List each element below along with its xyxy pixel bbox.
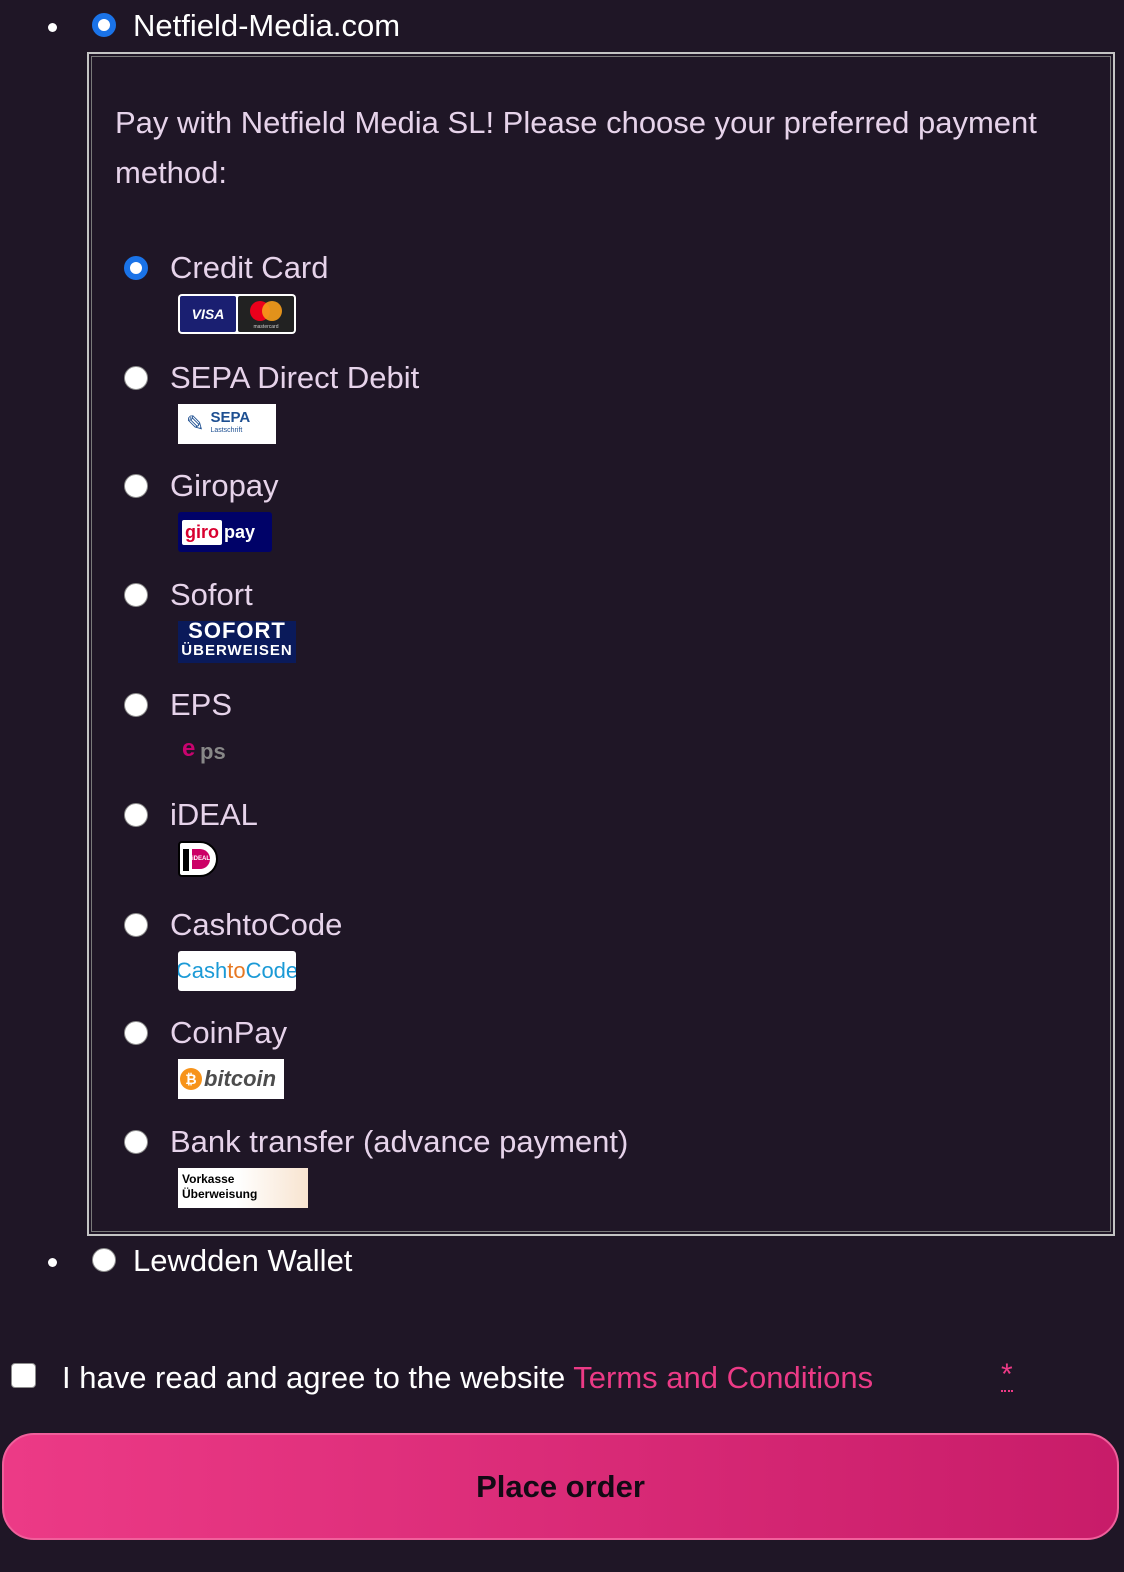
mastercard-logo-text: mastercard xyxy=(253,324,279,330)
bitcoin-logo-word: bitcoin xyxy=(204,1066,277,1091)
method-giropay-label[interactable]: Giropay xyxy=(170,468,279,504)
terms-checkbox[interactable] xyxy=(11,1363,36,1388)
method-ideal[interactable]: iDEAL iDEAL xyxy=(89,795,1089,895)
method-sofort-radio[interactable] xyxy=(124,583,148,607)
method-credit-card-label[interactable]: Credit Card xyxy=(170,250,329,286)
checkout-payment-page: Netfield-Media.com Pay with Netfield Med… xyxy=(0,0,1124,1572)
bitcoin-icon: ₿ xyxy=(180,1068,202,1090)
method-coinpay-radio[interactable] xyxy=(124,1021,148,1045)
method-sofort[interactable]: Sofort SOFORT ÜBERWEISEN xyxy=(89,575,1089,675)
gateway-netfield-radio[interactable] xyxy=(92,13,116,37)
netfield-method-box: Pay with Netfield Media SL! Please choos… xyxy=(87,52,1115,1236)
sofort-logo: SOFORT ÜBERWEISEN xyxy=(178,621,296,663)
giropay-logo-giro: giro xyxy=(182,519,222,545)
vorkasse-logo-line1: Vorkasse xyxy=(182,1172,235,1186)
method-sepa[interactable]: SEPA Direct Debit ✎ SEPA Lastschrift xyxy=(89,358,1089,458)
visa-logo: VISA xyxy=(180,296,236,332)
visa-mastercard-logo: VISA mastercard xyxy=(178,294,296,334)
mastercard-logo: mastercard xyxy=(238,296,294,332)
method-giropay[interactable]: Giropay giro pay xyxy=(89,466,1089,566)
cashtocode-logo-to: to xyxy=(227,958,246,983)
eps-logo: e ps xyxy=(178,731,238,771)
method-coinpay-label[interactable]: CoinPay xyxy=(170,1015,287,1051)
cashtocode-logo: Cash to Code xyxy=(178,951,296,991)
sofort-logo-line2: ÜBERWEISEN xyxy=(181,642,293,659)
place-order-button[interactable]: Place order xyxy=(2,1433,1119,1540)
terms-label: I have read and agree to the website Ter… xyxy=(62,1360,873,1396)
giropay-logo-pay: pay xyxy=(224,521,256,542)
sepa-pen-icon: ✎ xyxy=(186,411,205,436)
required-indicator: * xyxy=(1001,1358,1013,1392)
terms-text: I have read and agree to the website xyxy=(62,1360,574,1395)
list-bullet xyxy=(48,23,57,32)
method-bank-transfer[interactable]: Bank transfer (advance payment) Vorkasse… xyxy=(89,1122,1089,1222)
method-eps[interactable]: EPS e ps xyxy=(89,685,1089,785)
terms-and-conditions-link[interactable]: Terms and Conditions xyxy=(573,1360,873,1395)
method-giropay-radio[interactable] xyxy=(124,474,148,498)
method-credit-card[interactable]: Credit Card VISA mastercard xyxy=(89,248,1089,348)
eps-logo-ps: ps xyxy=(200,739,226,764)
gateway-lewdden-wallet-label[interactable]: Lewdden Wallet xyxy=(133,1243,352,1279)
method-cashtocode-radio[interactable] xyxy=(124,913,148,937)
ideal-logo: iDEAL xyxy=(178,841,218,877)
gateway-lewdden-wallet-radio[interactable] xyxy=(92,1248,116,1272)
sepa-logo: ✎ SEPA Lastschrift xyxy=(178,404,276,444)
method-eps-label[interactable]: EPS xyxy=(170,687,232,723)
method-sofort-label[interactable]: Sofort xyxy=(170,577,253,613)
bitcoin-logo: ₿ bitcoin xyxy=(178,1059,284,1099)
method-cashtocode-label[interactable]: CashtoCode xyxy=(170,907,342,943)
list-bullet xyxy=(48,1258,57,1267)
method-bank-transfer-label[interactable]: Bank transfer (advance payment) xyxy=(170,1124,628,1160)
method-sepa-radio[interactable] xyxy=(124,366,148,390)
method-cashtocode[interactable]: CashtoCode Cash to Code xyxy=(89,905,1089,1005)
method-coinpay[interactable]: CoinPay ₿ bitcoin xyxy=(89,1013,1089,1113)
method-sepa-label[interactable]: SEPA Direct Debit xyxy=(170,360,419,396)
cashtocode-logo-code: Code xyxy=(245,958,296,983)
gateway-netfield-label[interactable]: Netfield-Media.com xyxy=(133,8,400,44)
ideal-logo-i xyxy=(183,849,189,871)
method-ideal-radio[interactable] xyxy=(124,803,148,827)
method-ideal-label[interactable]: iDEAL xyxy=(170,797,258,833)
sofort-logo-line1: SOFORT xyxy=(188,621,286,643)
cashtocode-logo-cash: Cash xyxy=(178,958,228,983)
method-bank-transfer-radio[interactable] xyxy=(124,1130,148,1154)
method-credit-card-radio[interactable] xyxy=(124,256,148,280)
eps-logo-e: e xyxy=(182,735,196,762)
vorkasse-logo: Vorkasse Überweisung xyxy=(178,1168,308,1208)
netfield-intro-text: Pay with Netfield Media SL! Please choos… xyxy=(115,105,1037,190)
sepa-logo-text: SEPA Lastschrift xyxy=(210,410,250,437)
method-eps-radio[interactable] xyxy=(124,693,148,717)
vorkasse-logo-line2: Überweisung xyxy=(182,1187,258,1201)
ideal-logo-d: iDEAL xyxy=(192,849,210,869)
giropay-logo: giro pay xyxy=(178,512,272,552)
